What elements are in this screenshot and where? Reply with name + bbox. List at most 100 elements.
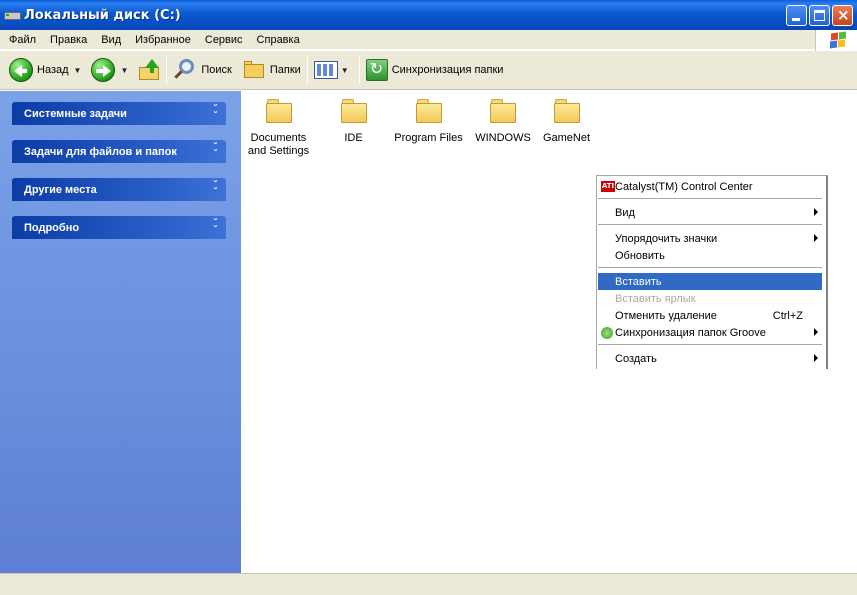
menu-item-label: Упорядочить значки bbox=[615, 232, 718, 245]
taskpane-header-label: Другие места bbox=[24, 183, 97, 196]
menu-file[interactable]: Файл bbox=[0, 34, 43, 46]
menu-item-label: Синхронизация папок Groove bbox=[615, 326, 766, 339]
folders-icon bbox=[243, 60, 266, 80]
menu-bar: Файл Правка Вид Избранное Сервис Справка bbox=[0, 30, 857, 52]
menu-item-refresh[interactable]: Обновить bbox=[598, 247, 822, 264]
back-arrow-icon bbox=[9, 58, 33, 82]
search-label: Поиск bbox=[201, 64, 232, 76]
menu-item-groove-sync[interactable]: Синхронизация папок Groove bbox=[598, 324, 822, 341]
submenu-arrow-icon bbox=[814, 208, 818, 216]
menu-item-label: Вставить bbox=[615, 275, 662, 288]
menu-item-label: Отменить удаление bbox=[615, 309, 717, 322]
menu-item-label: Вставить ярлык bbox=[615, 292, 696, 305]
toolbar-separator bbox=[358, 56, 360, 84]
back-button[interactable]: Назад ▼ bbox=[6, 54, 88, 86]
taskpane-header-other-places[interactable]: Другие места ˇˇ bbox=[12, 178, 226, 201]
menu-help[interactable]: Справка bbox=[250, 34, 307, 46]
close-button[interactable]: × bbox=[832, 5, 853, 26]
folders-button[interactable]: Папки bbox=[241, 54, 304, 86]
menu-item-label: Вид bbox=[615, 206, 635, 219]
menu-item-catalyst[interactable]: ATI Catalyst(TM) Control Center bbox=[598, 178, 822, 195]
status-bar bbox=[0, 573, 857, 595]
folder-name: GameNet bbox=[542, 132, 591, 144]
task-pane: Системные задачи ˇˇ Задачи для файлов и … bbox=[0, 91, 241, 573]
menu-favorites[interactable]: Избранное bbox=[128, 34, 198, 46]
menu-item-label: Создать bbox=[615, 352, 657, 365]
search-button[interactable]: Поиск bbox=[170, 54, 234, 86]
chevron-down-icon[interactable]: ˇˇ bbox=[213, 219, 218, 236]
menu-item-view[interactable]: Вид bbox=[598, 204, 822, 221]
chevron-down-icon[interactable]: ˇˇ bbox=[213, 143, 218, 160]
folders-label: Папки bbox=[269, 64, 301, 76]
minimize-icon bbox=[792, 18, 800, 21]
folder-item[interactable]: IDE bbox=[326, 97, 381, 145]
menu-item-paste-shortcut: Вставить ярлык bbox=[598, 290, 822, 307]
back-dropdown-icon[interactable]: ▼ bbox=[74, 66, 82, 75]
folder-name: IDE bbox=[344, 132, 363, 144]
groove-sync-icon bbox=[601, 327, 613, 339]
folder-icon bbox=[339, 97, 369, 125]
context-menu: ATI Catalyst(TM) Control Center Вид Упор… bbox=[596, 175, 828, 369]
taskpane-header-file-tasks[interactable]: Задачи для файлов и папок ˇˇ bbox=[12, 140, 226, 163]
folder-item[interactable]: Program Files bbox=[391, 97, 466, 145]
folder-name: WINDOWS bbox=[475, 132, 531, 144]
close-icon: × bbox=[837, 6, 850, 24]
submenu-arrow-icon bbox=[814, 354, 818, 362]
folder-icon bbox=[552, 97, 582, 125]
folder-icon bbox=[264, 97, 294, 125]
windows-logo-icon bbox=[815, 30, 857, 52]
sync-icon bbox=[365, 59, 388, 81]
minimize-button[interactable] bbox=[786, 5, 807, 26]
maximize-icon bbox=[814, 10, 825, 21]
toolbar: Назад ▼ ▼ Поиск Папки ▼ Синхронизация па… bbox=[0, 51, 857, 90]
window-title: Локальный диск (C:) bbox=[24, 7, 181, 23]
folder-icon bbox=[488, 97, 518, 125]
taskpane-header-label: Подробно bbox=[24, 221, 80, 234]
drive-icon bbox=[4, 9, 21, 21]
menu-item-label: Catalyst(TM) Control Center bbox=[615, 180, 753, 193]
forward-dropdown-icon[interactable]: ▼ bbox=[120, 66, 128, 75]
views-dropdown-icon[interactable]: ▼ bbox=[341, 66, 349, 75]
taskpane-header-details[interactable]: Подробно ˇˇ bbox=[12, 216, 226, 239]
toolbar-separator bbox=[306, 56, 308, 84]
submenu-arrow-icon bbox=[814, 328, 818, 336]
taskpane-header-label: Задачи для файлов и папок bbox=[24, 145, 177, 158]
forward-button[interactable]: ▼ bbox=[88, 54, 135, 86]
toolbar-separator bbox=[166, 56, 168, 84]
menu-view[interactable]: Вид bbox=[94, 34, 128, 46]
folder-item[interactable]: GameNet bbox=[539, 97, 594, 145]
folder-name: Program Files bbox=[394, 132, 463, 144]
sync-label: Синхронизация папки bbox=[391, 64, 504, 76]
taskpane-header-system-tasks[interactable]: Системные задачи ˇˇ bbox=[12, 102, 226, 125]
folder-name: Documents and Settings bbox=[247, 132, 310, 157]
sync-folder-button[interactable]: Синхронизация папки bbox=[363, 54, 507, 86]
menu-item-undo-delete[interactable]: Отменить удаление Ctrl+Z bbox=[598, 307, 822, 324]
window-controls: × bbox=[786, 5, 853, 26]
folder-item[interactable]: Documents and Settings bbox=[246, 97, 311, 158]
folder-item[interactable]: WINDOWS bbox=[473, 97, 533, 145]
menu-separator bbox=[598, 344, 822, 345]
menu-separator bbox=[598, 198, 822, 199]
submenu-arrow-icon bbox=[814, 234, 818, 242]
up-button[interactable] bbox=[135, 54, 163, 86]
folder-up-icon bbox=[138, 59, 160, 81]
menu-item-arrange-icons[interactable]: Упорядочить значки bbox=[598, 230, 822, 247]
views-button[interactable]: ▼ bbox=[311, 54, 356, 86]
views-icon bbox=[313, 61, 338, 79]
title-bar[interactable]: Локальный диск (C:) × bbox=[0, 0, 857, 30]
menu-item-shortcut: Ctrl+Z bbox=[772, 309, 803, 322]
menu-separator bbox=[598, 224, 822, 225]
menu-item-paste[interactable]: Вставить bbox=[598, 273, 822, 290]
menu-separator bbox=[598, 267, 822, 268]
maximize-button[interactable] bbox=[809, 5, 830, 26]
back-label: Назад bbox=[37, 64, 69, 76]
menu-item-label: Обновить bbox=[615, 249, 665, 262]
chevron-down-icon[interactable]: ˇˇ bbox=[213, 181, 218, 198]
menu-tools[interactable]: Сервис bbox=[198, 34, 250, 46]
search-icon bbox=[173, 58, 197, 82]
folder-icon bbox=[414, 97, 444, 125]
chevron-down-icon[interactable]: ˇˇ bbox=[213, 105, 218, 122]
forward-arrow-icon bbox=[91, 58, 116, 82]
menu-item-new[interactable]: Создать bbox=[598, 350, 822, 367]
menu-edit[interactable]: Правка bbox=[43, 34, 94, 46]
